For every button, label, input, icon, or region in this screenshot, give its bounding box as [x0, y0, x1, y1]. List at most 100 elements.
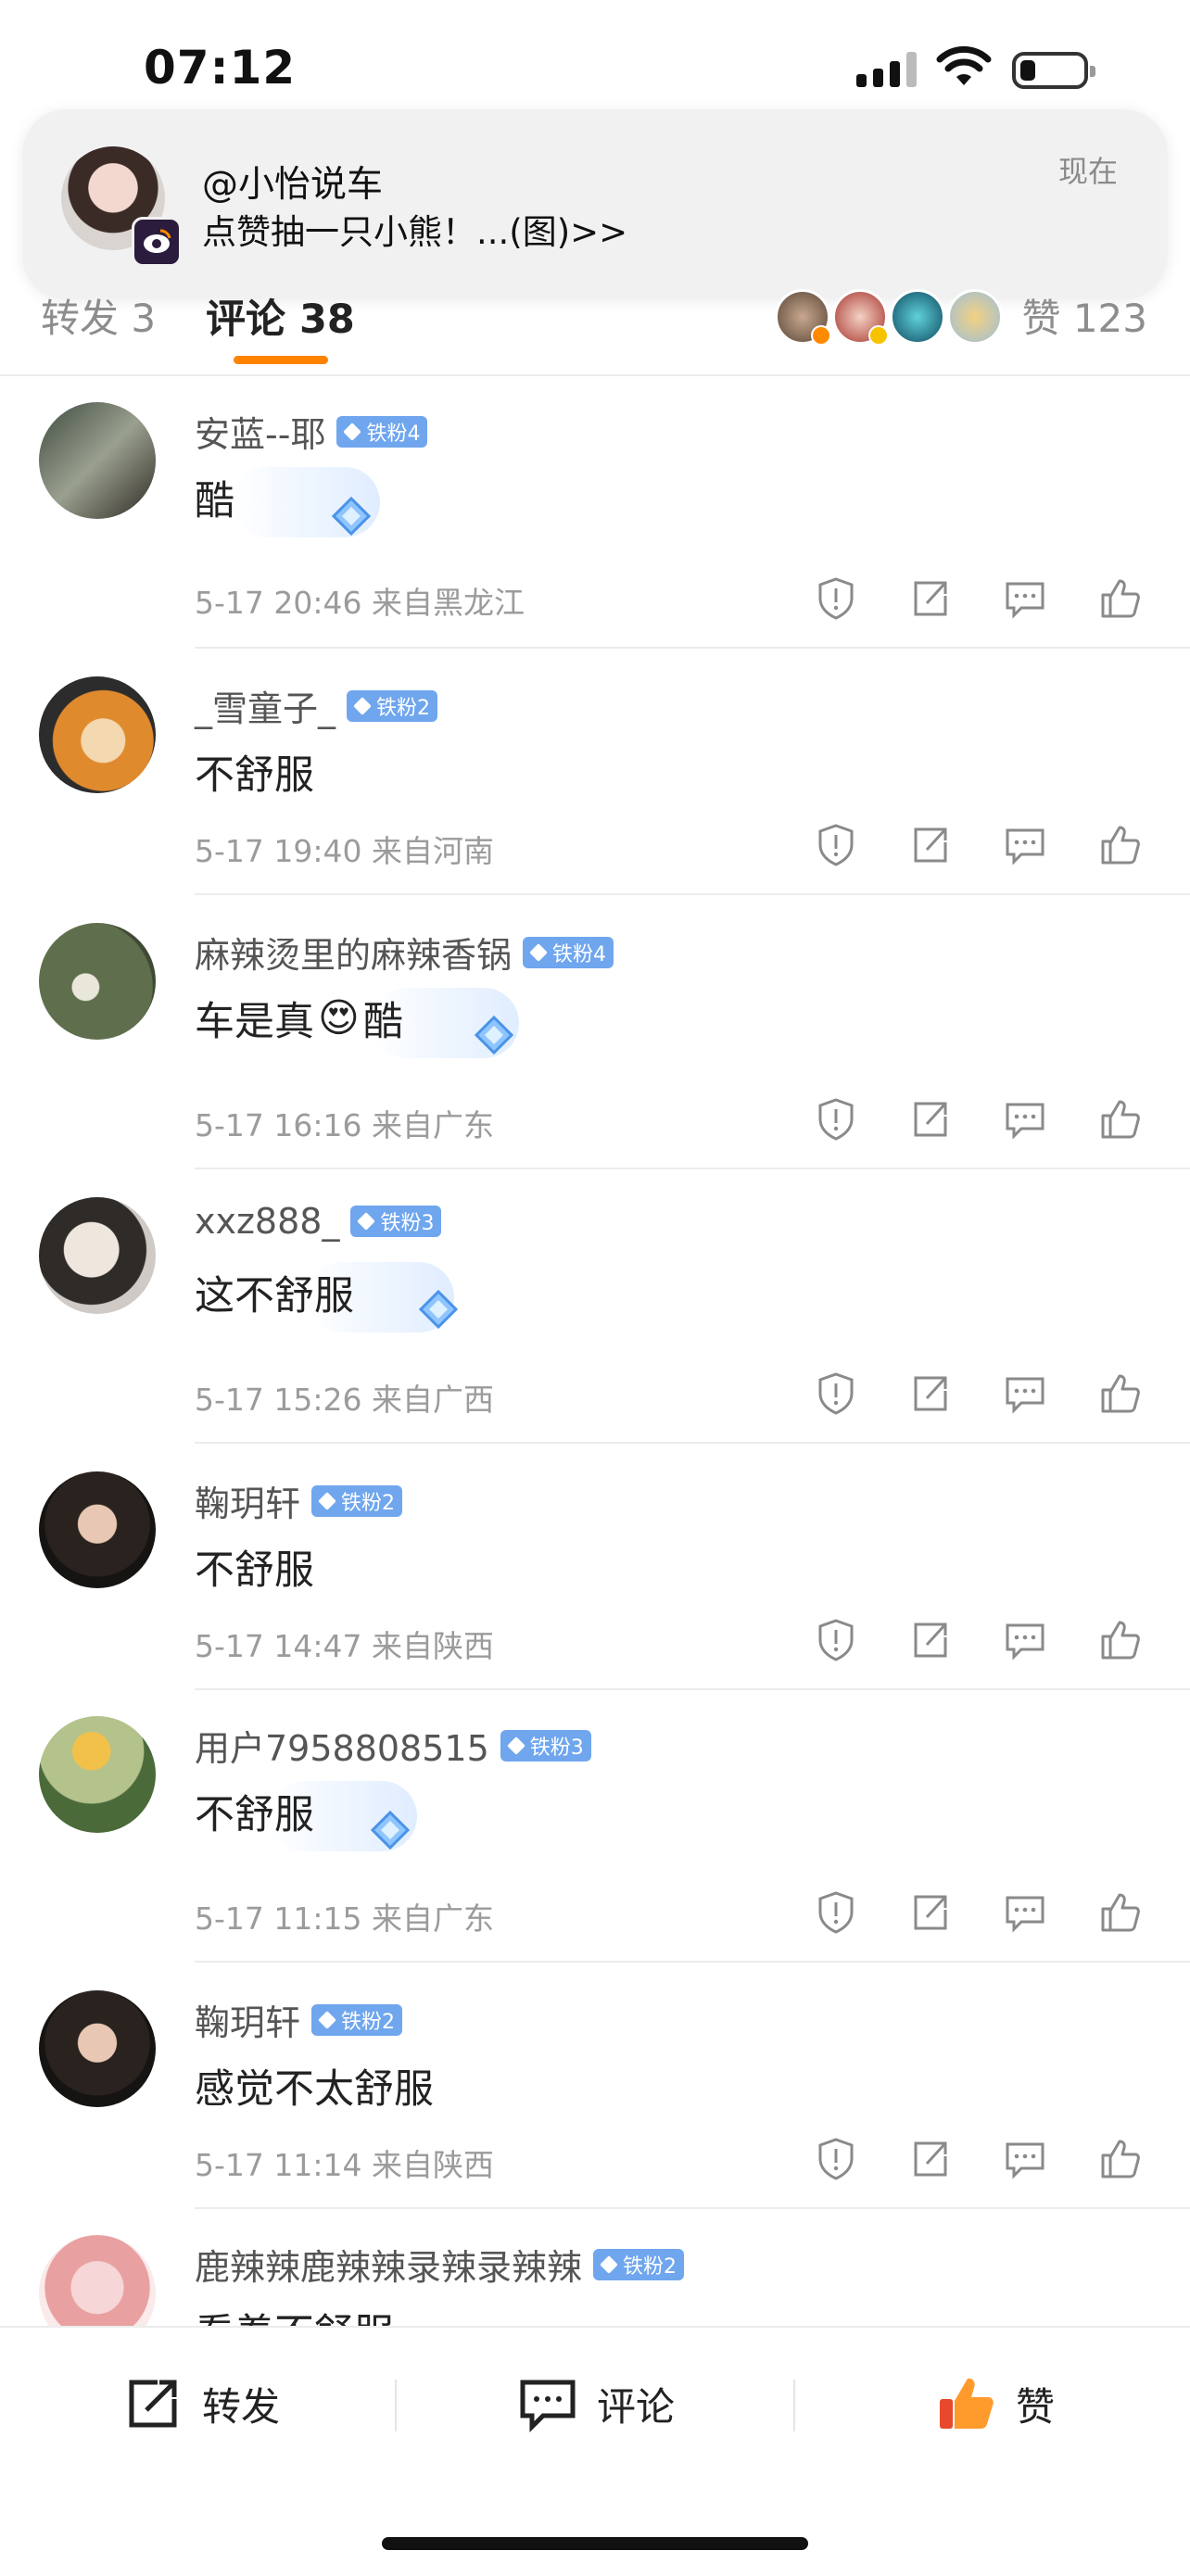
share-icon[interactable]: [906, 1888, 955, 1937]
share-icon[interactable]: [906, 1095, 955, 1143]
comment-username[interactable]: 麻辣烫里的麻辣香锅: [195, 927, 512, 978]
tab-likes[interactable]: 赞 123: [1021, 287, 1147, 344]
thumbs-up-icon: [940, 2378, 994, 2429]
report-icon[interactable]: [812, 821, 860, 869]
report-icon[interactable]: [812, 1888, 860, 1937]
fan-badge: 铁粉2: [347, 689, 438, 722]
report-icon[interactable]: [812, 1370, 860, 1418]
liker-avatar: [947, 289, 1003, 345]
liker-avatar: [775, 289, 831, 346]
comment-actions: [812, 1095, 1146, 1147]
share-icon[interactable]: [906, 575, 955, 623]
comment-actions: [812, 1616, 1146, 1668]
avatar[interactable]: [39, 1716, 156, 1833]
notification-time: 现在: [1057, 154, 1118, 189]
like-icon[interactable]: [1095, 1616, 1144, 1664]
comment-divider: [195, 2207, 1190, 2209]
fan-badge: 铁粉3: [350, 1206, 442, 1237]
comment-actions: [812, 821, 1146, 873]
fan-badge: 铁粉4: [523, 936, 614, 968]
comment-meta: 5-17 15:26 来自广西: [195, 1382, 494, 1418]
repost-button[interactable]: 转发: [120, 2367, 280, 2441]
comment-meta: 5-17 20:46 来自黑龙江: [195, 585, 525, 621]
repost-label: 转发: [202, 2383, 281, 2430]
avatar[interactable]: [39, 2235, 156, 2326]
avatar[interactable]: [39, 1197, 156, 1314]
avatar[interactable]: [39, 1990, 156, 2107]
notification-banner[interactable]: @小怡说车 点赞抽一只小熊！...(图)>> 现在: [22, 109, 1168, 299]
comment-actions: [812, 1888, 1146, 1940]
comment-divider: [195, 893, 1190, 895]
diamond-decoration-icon: [370, 1810, 411, 1850]
tab-comments[interactable]: 评论 38: [206, 287, 355, 345]
avatar[interactable]: [39, 676, 156, 793]
comment-text: 这不舒服: [195, 1273, 354, 1320]
report-icon[interactable]: [812, 575, 860, 623]
comment-username[interactable]: _雪童子_: [195, 680, 335, 731]
liker-avatars[interactable]: [775, 289, 1006, 346]
comment-username[interactable]: xxz888_: [195, 1201, 339, 1242]
reply-icon[interactable]: [1001, 1888, 1049, 1937]
reply-icon[interactable]: [1001, 575, 1049, 623]
report-icon[interactable]: [812, 2135, 860, 2183]
liker-avatar: [890, 289, 945, 345]
comment-username[interactable]: 鞠玥轩: [195, 1475, 300, 1526]
comment-item: 鹿辣辣鹿辣辣录辣录辣辣铁粉2 看着不舒服: [0, 2235, 1190, 2326]
home-indicator[interactable]: [382, 2537, 808, 2550]
comment-text-part: 酷: [362, 999, 403, 1045]
reply-icon[interactable]: [1001, 1095, 1049, 1143]
comment-meta: 5-17 19:40 来自河南: [195, 833, 494, 869]
comment-item: 麻辣烫里的麻辣香锅 铁粉4 车是真 😍 酷 5-17 16:16 来自广东: [0, 923, 1190, 1169]
wifi-icon: [936, 45, 992, 85]
comment-actions: [812, 2135, 1146, 2187]
comment-text: 酷: [195, 478, 234, 524]
comment-text-part: 车是真: [195, 999, 314, 1045]
comment-username[interactable]: 鹿辣辣鹿辣辣录辣录辣辣: [195, 2239, 582, 2290]
share-icon[interactable]: [906, 1616, 955, 1664]
comment-divider: [195, 1442, 1190, 1444]
comment-item: 安蓝--耶 铁粉4 酷 5-17 20:46 来自黑龙江: [0, 402, 1190, 649]
avatar[interactable]: [39, 1471, 156, 1588]
comment-text: 看着不舒服: [195, 2302, 394, 2326]
report-icon[interactable]: [812, 1095, 860, 1143]
comment-button[interactable]: 评论: [515, 2367, 675, 2441]
avatar[interactable]: [39, 402, 156, 519]
share-icon[interactable]: [906, 821, 955, 869]
like-icon[interactable]: [1095, 1095, 1144, 1143]
comment-label: 评论: [597, 2383, 676, 2430]
liker-avatar: [832, 289, 889, 346]
tab-repost[interactable]: 转发 3: [41, 287, 156, 344]
like-icon[interactable]: [1095, 1888, 1144, 1937]
report-icon[interactable]: [812, 1616, 860, 1664]
diamond-decoration-icon: [331, 496, 372, 537]
comment-meta: 5-17 14:47 来自陕西: [195, 1628, 494, 1664]
diamond-decoration-icon: [418, 1289, 459, 1330]
comment-username[interactable]: 安蓝--耶: [195, 406, 325, 457]
heart-eyes-emoji-icon: 😍: [318, 995, 360, 1042]
cellular-signal-icon: [856, 50, 918, 87]
like-icon[interactable]: [1095, 1370, 1144, 1418]
like-icon[interactable]: [1095, 575, 1144, 623]
comment-text: 车是真 😍 酷: [195, 990, 403, 1047]
comment-username[interactable]: 用户7958808515: [195, 1720, 489, 1771]
avatar[interactable]: [39, 923, 156, 1040]
comment-text: 不舒服: [195, 1792, 314, 1838]
fan-badge: 铁粉4: [336, 415, 428, 448]
like-label: 赞: [1016, 2383, 1056, 2430]
like-button[interactable]: 赞: [934, 2367, 1055, 2441]
comment-username[interactable]: 鞠玥轩: [195, 1994, 300, 2045]
bottom-divider: [395, 2380, 397, 2431]
share-icon[interactable]: [906, 2135, 955, 2183]
like-icon[interactable]: [1095, 821, 1144, 869]
detail-tabs: 转发 3 评论 38 赞 123: [0, 278, 1190, 376]
repost-icon: [129, 2380, 177, 2428]
comment-divider: [195, 1688, 1190, 1690]
like-icon[interactable]: [1095, 2135, 1144, 2183]
reply-icon[interactable]: [1001, 821, 1049, 869]
reply-icon[interactable]: [1001, 1616, 1049, 1664]
share-icon[interactable]: [906, 1370, 955, 1418]
reply-icon[interactable]: [1001, 1370, 1049, 1418]
active-tab-indicator: [234, 356, 328, 364]
comment-divider: [195, 1168, 1190, 1169]
reply-icon[interactable]: [1001, 2135, 1049, 2183]
